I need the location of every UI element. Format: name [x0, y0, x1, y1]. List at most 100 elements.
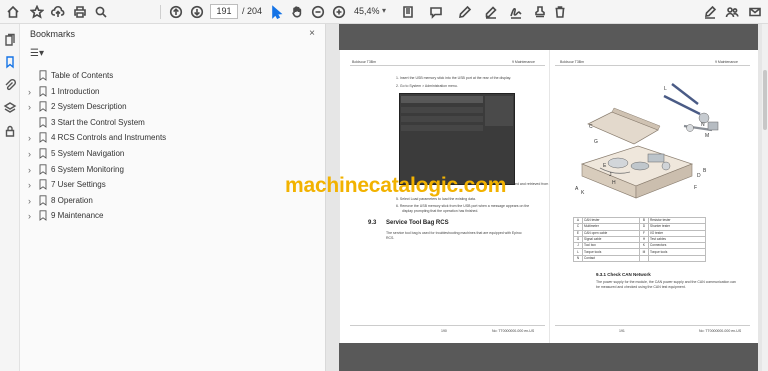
next-page-icon[interactable]: [187, 2, 207, 22]
bookmark-label: 7 User Settings: [51, 180, 106, 190]
chevron-down-icon[interactable]: ▾: [382, 6, 386, 15]
chevron-right-icon[interactable]: ›: [28, 149, 36, 159]
bookmarks-panel-icon[interactable]: [3, 55, 17, 69]
bookmark-item[interactable]: › 1 Introduction: [20, 85, 320, 100]
figure-callout-label: J: [609, 172, 612, 178]
bookmarks-panel: Bookmarks × ☰▾ Table of Contents › 1 Intro…: [20, 24, 326, 371]
previous-page-icon[interactable]: [166, 2, 186, 22]
left-step-6: 6. Remove the USB memory stick from the …: [396, 204, 530, 208]
chevron-right-icon: [28, 118, 36, 128]
left-footer-rule: [350, 325, 545, 326]
figure-callout-label: C: [589, 124, 593, 130]
bookmark-icon: [39, 101, 47, 113]
lock-icon[interactable]: [3, 124, 17, 138]
bookmark-item[interactable]: › 4 RCS Controls and Instruments: [20, 131, 320, 146]
figure-callout-label: H: [612, 180, 616, 186]
toolbar-divider: [160, 5, 161, 19]
bookmark-item[interactable]: › 2 System Description: [20, 100, 320, 115]
bookmark-icon: [39, 179, 47, 191]
bookmark-icon: [39, 132, 47, 144]
subsection-body-continued: be measured and checked using the CAN te…: [596, 285, 686, 289]
figure-callout-label: N: [701, 122, 705, 128]
scrollbar-thumb[interactable]: [763, 70, 767, 130]
bookmark-label: 5 System Navigation: [51, 149, 125, 158]
zoom-in-icon[interactable]: [329, 2, 349, 22]
email-icon[interactable]: [745, 2, 765, 22]
home-icon[interactable]: [3, 2, 23, 22]
bookmarks-panel-title: Bookmarks: [30, 29, 76, 39]
left-step-1: 1. Insert the USB memory stick into the …: [396, 76, 512, 80]
stamp-icon[interactable]: [530, 2, 550, 22]
bookmarks-options-menu[interactable]: ☰▾: [30, 48, 52, 62]
screen-figure-row: [401, 125, 483, 131]
left-page-section-header: 9 Maintenance: [512, 60, 535, 64]
section-body-continued: RCS.: [386, 236, 395, 240]
delete-trash-icon[interactable]: [550, 2, 570, 22]
bookmark-star-icon[interactable]: [27, 2, 47, 22]
left-page-number: 190: [441, 329, 447, 333]
right-header-rule: [555, 65, 750, 66]
search-icon[interactable]: [91, 2, 111, 22]
screen-figure-sidebar: [485, 96, 513, 126]
attachments-icon[interactable]: [3, 78, 17, 92]
left-page-header: Boldsour T3Bm: [352, 60, 377, 64]
chevron-right-icon[interactable]: ›: [28, 165, 36, 175]
tool-bag-figure: [580, 83, 719, 199]
page-thumbnails-icon[interactable]: [3, 33, 17, 47]
select-cursor-icon[interactable]: [266, 2, 286, 22]
upload-cloud-icon[interactable]: [48, 2, 68, 22]
bookmark-item[interactable]: 3 Start the Control System: [20, 116, 320, 131]
bookmark-item[interactable]: › 8 Operation: [20, 194, 320, 209]
bookmark-item[interactable]: › 6 System Monitoring: [20, 163, 320, 178]
draw-pencil-icon[interactable]: [481, 2, 501, 22]
share-people-icon[interactable]: [722, 2, 742, 22]
page-fit-icon[interactable]: [398, 2, 418, 22]
page-number-input[interactable]: 191: [210, 4, 238, 19]
bookmark-item[interactable]: Table of Contents: [20, 69, 320, 84]
bookmark-label: 6 System Monitoring: [51, 164, 124, 174]
table-cell: N: [573, 254, 583, 263]
watermark-text: machinecatalogic.com: [285, 174, 507, 197]
section-title: Service Tool Bag RCS: [386, 220, 449, 226]
previous-page-edge: [339, 24, 758, 50]
chevron-right-icon[interactable]: ›: [28, 180, 36, 190]
bookmark-item[interactable]: › 7 User Settings: [20, 178, 320, 193]
screen-figure-row: [401, 107, 483, 113]
left-page-doc-number: No: TT0000000-000 en-US: [492, 329, 535, 333]
bookmark-icon: [39, 85, 47, 97]
chevron-right-icon[interactable]: ›: [28, 133, 36, 143]
section-number: 9.3: [368, 220, 377, 226]
table-cell: [648, 254, 706, 263]
bookmark-item[interactable]: › 5 System Navigation: [20, 147, 320, 162]
edit-sign-icon[interactable]: [700, 2, 720, 22]
print-icon[interactable]: [70, 2, 90, 22]
figure-callout-label: D: [697, 173, 701, 179]
bookmark-icon: [39, 163, 47, 175]
bookmark-icon: [39, 195, 47, 206]
figure-callout-label: K: [581, 190, 585, 196]
bookmark-item[interactable]: › 9 Maintenance: [20, 209, 320, 224]
table-cell: [639, 254, 649, 263]
figure-callout-label: L: [664, 86, 667, 92]
hand-tool-icon[interactable]: [287, 2, 307, 22]
chevron-right-icon: [28, 71, 36, 81]
subsection-title: 9.3.1 Check CAN Network: [596, 272, 651, 277]
bookmark-label: 1 Introduction: [51, 86, 100, 96]
next-page-edge: [339, 343, 758, 371]
layers-icon[interactable]: [3, 101, 17, 115]
comment-icon[interactable]: [426, 2, 446, 22]
chevron-right-icon[interactable]: ›: [28, 196, 36, 206]
section-body: The service tool bag is used for trouble…: [386, 231, 522, 235]
navigation-rail: [0, 24, 20, 371]
highlight-pen-icon[interactable]: [455, 2, 475, 22]
chevron-right-icon[interactable]: ›: [28, 211, 36, 221]
chevron-right-icon[interactable]: ›: [28, 87, 36, 97]
close-icon[interactable]: ×: [309, 28, 315, 39]
chevron-right-icon[interactable]: ›: [28, 102, 36, 112]
bookmark-icon: [39, 70, 47, 81]
left-step-2: 2. Go to System > Administration menu.: [396, 84, 458, 88]
sign-icon[interactable]: [506, 2, 526, 22]
zoom-out-icon[interactable]: [308, 2, 328, 22]
right-page-section-header: 9 Maintenance: [715, 60, 738, 64]
right-page-number: 191: [619, 329, 625, 333]
